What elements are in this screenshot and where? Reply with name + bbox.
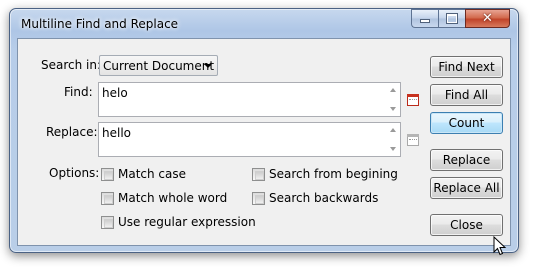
scroll-down-icon[interactable] [390,107,396,111]
minimize-icon [420,19,430,23]
title-bar[interactable]: Multiline Find and Replace ✕ [10,9,518,37]
maximize-icon [446,13,458,24]
dialog-window: Multiline Find and Replace ✕ Search in: … [9,8,519,253]
close-icon: ✕ [482,11,493,26]
replace-scrollbar[interactable] [387,124,399,155]
mouse-cursor-icon [493,236,507,256]
search-from-beginning-label[interactable]: Search from begining [269,167,398,181]
chevron-down-icon [204,64,212,68]
find-next-button[interactable]: Find Next [430,56,503,78]
search-in-value: Current Document [103,59,215,73]
match-whole-word-checkbox[interactable] [101,192,114,205]
window-title: Multiline Find and Replace [21,17,179,31]
replace-label: Replace: [46,125,98,139]
replace-input[interactable]: hello [98,122,401,157]
close-window-button[interactable]: ✕ [465,9,510,28]
calendar-icon-rows [409,139,417,141]
match-case-label[interactable]: Match case [118,167,186,181]
use-regex-checkbox[interactable] [101,216,114,229]
find-history-button[interactable] [407,92,419,106]
search-in-label: Search in: [41,58,102,72]
find-input-text: helo [102,86,128,100]
scroll-up-icon[interactable] [390,128,396,132]
search-backwards-checkbox[interactable] [252,192,265,205]
scroll-up-icon[interactable] [390,88,396,92]
search-from-beginning-checkbox[interactable] [252,168,265,181]
scroll-down-icon[interactable] [390,147,396,151]
calendar-icon-rows [409,99,417,101]
replace-input-text: hello [102,126,131,140]
use-regex-label[interactable]: Use regular expression [118,215,256,229]
find-scrollbar[interactable] [387,84,399,115]
options-label: Options: [49,166,100,180]
replace-button[interactable]: Replace [430,149,503,171]
find-all-button[interactable]: Find All [430,84,503,106]
search-backwards-label[interactable]: Search backwards [269,191,378,205]
find-label: Find: [64,85,93,99]
close-button[interactable]: Close [430,214,503,236]
count-button[interactable]: Count [430,112,503,134]
match-whole-word-label[interactable]: Match whole word [118,191,227,205]
calendar-icon-bar [407,134,419,137]
find-input[interactable]: helo [98,82,401,117]
minimize-button[interactable] [411,9,438,28]
match-case-checkbox[interactable] [101,168,114,181]
replace-history-button[interactable] [407,132,419,146]
search-in-select[interactable]: Current Document [99,55,218,76]
caption-buttons: ✕ [411,9,510,28]
replace-all-button[interactable]: Replace All [430,177,503,199]
dialog-body: Search in: Current Document Find: helo R… [17,38,511,246]
calendar-icon-bar [407,94,419,97]
maximize-button[interactable] [438,9,465,28]
